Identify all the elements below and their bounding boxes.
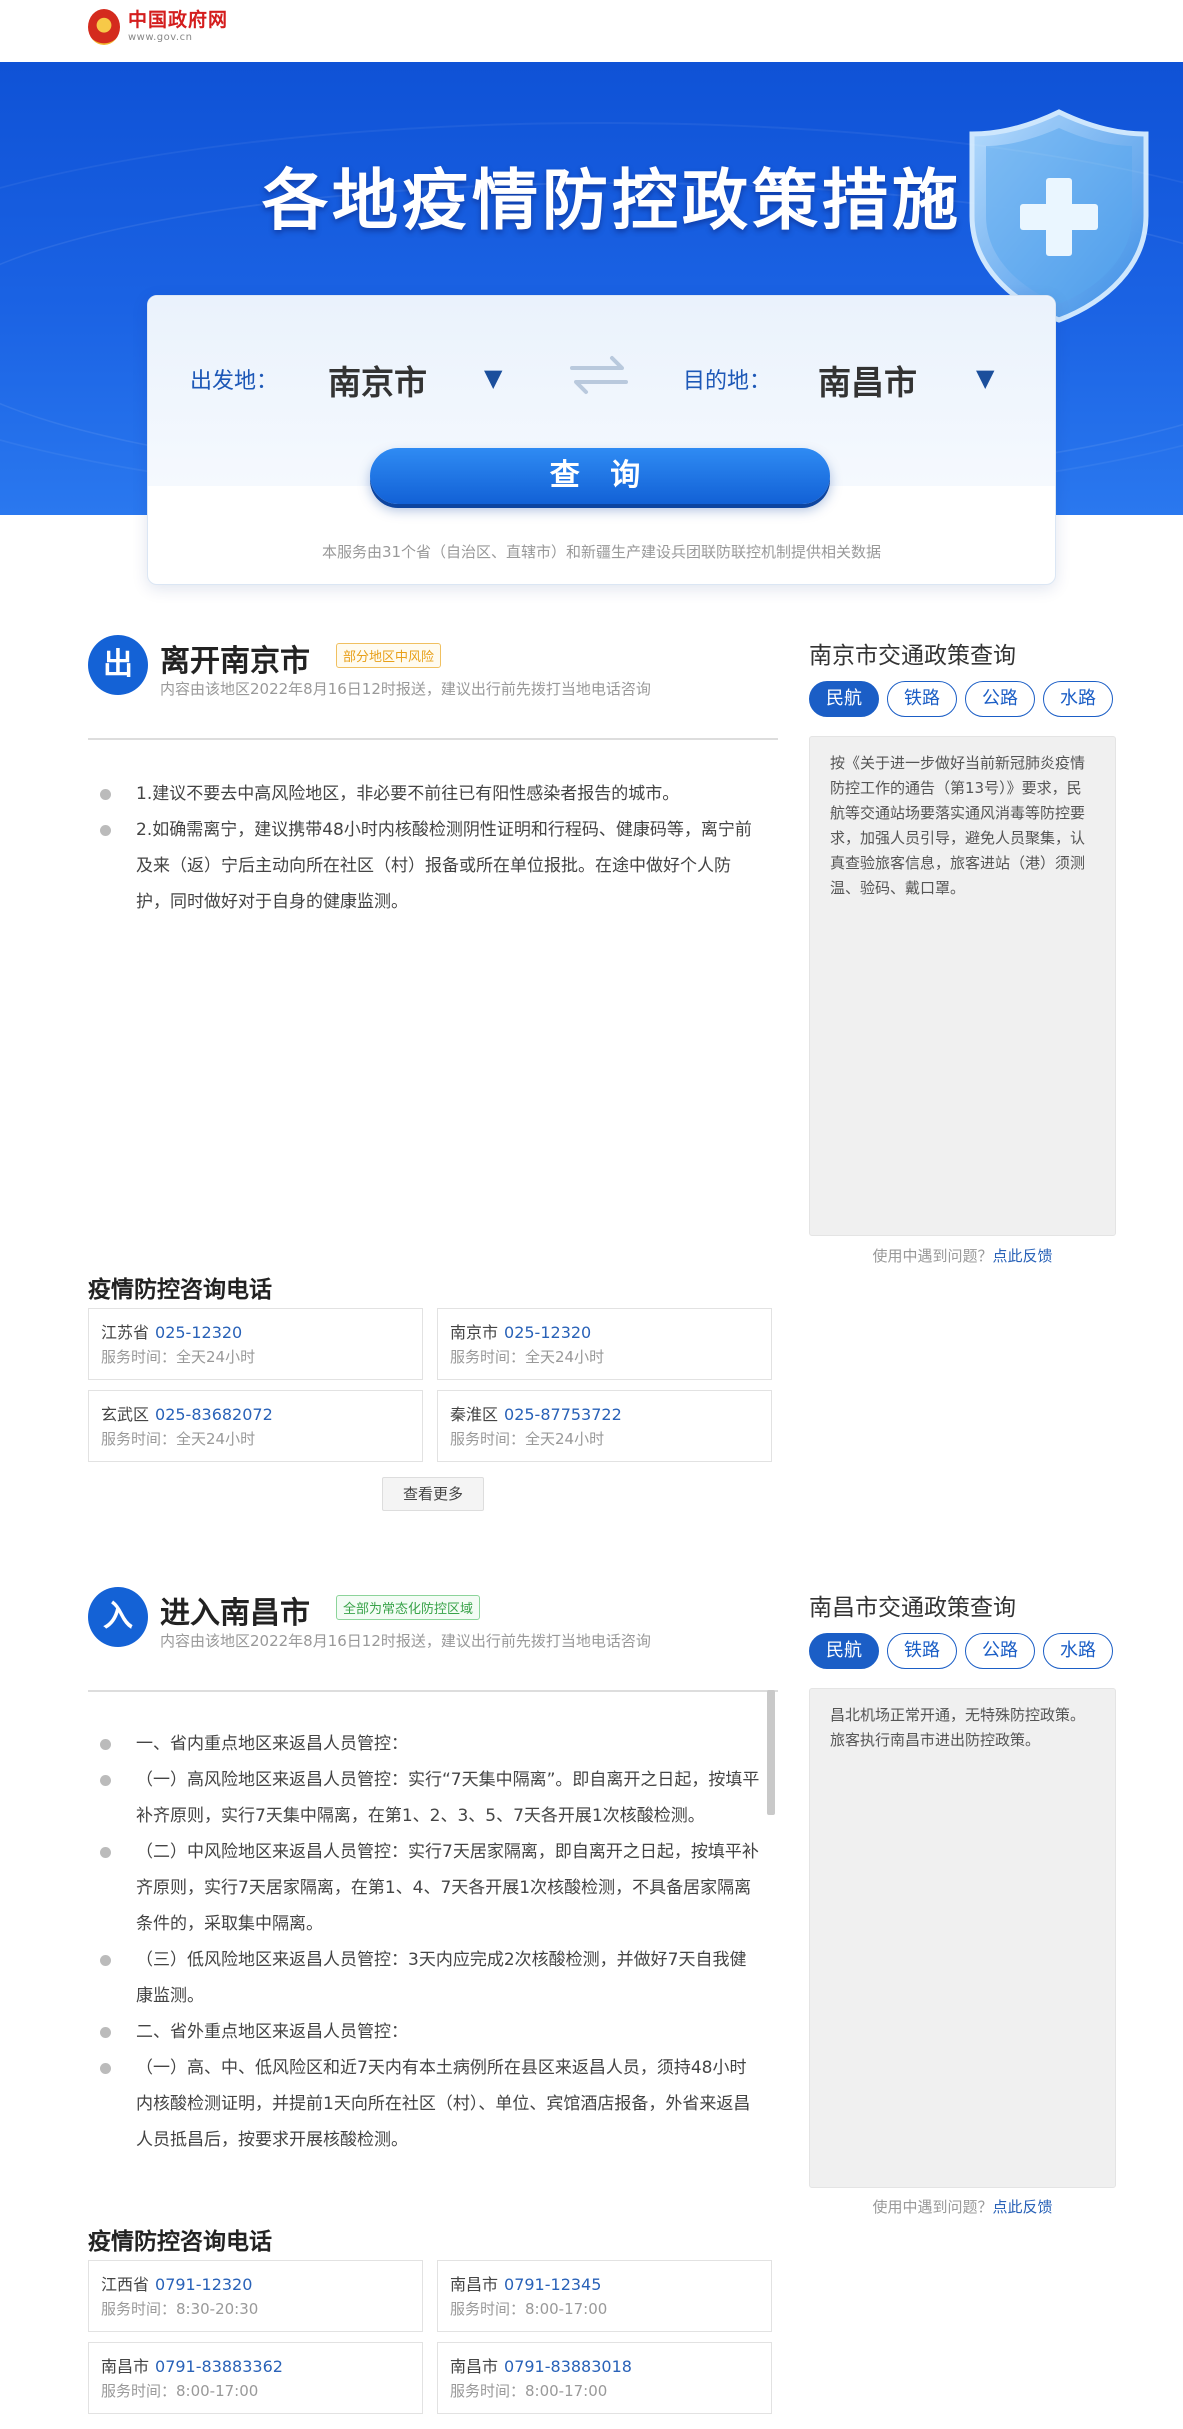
policy-scrollbar[interactable] — [767, 1690, 775, 1815]
tab-aviation[interactable]: 民航 — [809, 681, 879, 717]
phone-region: 江西省 — [101, 2275, 150, 2294]
enter-badge: 入 — [88, 1587, 148, 1647]
phone-hours: 服务时间：全天24小时 — [450, 1348, 605, 1366]
leave-subtitle: 内容由该地区2022年8月16日12时报送，建议出行前先拨打当地电话咨询 — [160, 680, 651, 698]
enter-risk-tag: 全部为常态化防控区域 — [336, 1595, 481, 1620]
phone-number[interactable]: 025-83682072 — [155, 1405, 273, 1424]
tab-railway[interactable]: 铁路 — [887, 681, 957, 717]
leave-feedback: 使用中遇到问题？点此反馈 — [872, 1247, 1053, 1265]
leave-title: 离开南京市 — [160, 644, 310, 679]
list-item: （一）高风险地区来返昌人员管控：实行“7天集中隔离”。即自离开之日起，按填平补齐… — [100, 1762, 760, 1834]
shield-icon — [969, 109, 1149, 323]
enter-title: 进入南昌市 — [160, 1596, 310, 1631]
phone-region: 江苏省 — [101, 1323, 150, 1342]
to-label: 目的地： — [683, 369, 772, 394]
top-bar: 中国政府网 www.gov.cn — [0, 0, 1183, 62]
phone-hours: 服务时间：8:30-20:30 — [101, 2300, 259, 2318]
view-more-button[interactable]: 查看更多 — [382, 1477, 484, 1511]
list-item: （一）高、中、低风险区和近7天内有本土病例所在县区来返昌人员，须持48小时内核酸… — [100, 2050, 760, 2158]
phone-card: 秦淮区 025-87753722 服务时间：全天24小时 — [437, 1390, 772, 1462]
enter-policy-list: 一、省内重点地区来返昌人员管控： （一）高风险地区来返昌人员管控：实行“7天集中… — [100, 1726, 760, 2158]
hero-title: 各地疫情防控政策措施 — [262, 162, 962, 239]
tab-railway[interactable]: 铁路 — [887, 1633, 957, 1669]
phone-region: 玄武区 — [101, 1405, 150, 1424]
phone-region: 南京市 — [450, 1323, 499, 1342]
phone-number[interactable]: 025-12320 — [155, 1323, 242, 1342]
phone-number[interactable]: 0791-83883018 — [504, 2357, 632, 2376]
leave-transport-title: 南京市交通政策查询 — [809, 643, 1016, 669]
list-item: （二）中风险地区来返昌人员管控：实行7天居家隔离，即自离开之日起，按填平补齐原则… — [100, 1834, 760, 1942]
national-emblem-icon — [88, 9, 120, 45]
enter-feedback: 使用中遇到问题？点此反馈 — [872, 2198, 1053, 2216]
tab-highway[interactable]: 公路 — [965, 1633, 1035, 1669]
phone-number[interactable]: 0791-83883362 — [155, 2357, 283, 2376]
enter-transport-policy: 昌北机场正常开通，无特殊防控政策。旅客执行南昌市进出防控政策。 — [809, 1688, 1116, 2188]
list-item: （三）低风险地区来返昌人员管控：3天内应完成2次核酸检测，并做好7天自我健康监测… — [100, 1942, 760, 2014]
phone-region: 南昌市 — [101, 2357, 150, 2376]
phone-card: 南京市 025-12320 服务时间：全天24小时 — [437, 1308, 772, 1380]
enter-phone-title: 疫情防控咨询电话 — [88, 2229, 272, 2255]
phone-number[interactable]: 0791-12345 — [504, 2275, 601, 2294]
from-city-select[interactable]: 南京市 — [328, 356, 427, 404]
tab-waterway[interactable]: 水路 — [1043, 681, 1113, 717]
enter-divider — [88, 1690, 778, 1692]
phone-hours: 服务时间：8:00-17:00 — [450, 2382, 608, 2400]
phone-region: 南昌市 — [450, 2275, 499, 2294]
to-city-select[interactable]: 南昌市 — [818, 356, 917, 404]
from-label: 出发地： — [190, 369, 279, 394]
phone-hours: 服务时间：全天24小时 — [450, 1430, 605, 1448]
leave-risk-tag: 部分地区中风险 — [336, 643, 442, 668]
phone-number[interactable]: 0791-12320 — [155, 2275, 252, 2294]
from-dropdown-icon[interactable]: ▼ — [484, 364, 502, 392]
leave-policy-list: 1.建议不要去中高风险地区，非必要不前往已有阳性感染者报告的城市。 2.如确需离… — [100, 776, 760, 920]
logo-title: 中国政府网 — [128, 9, 229, 31]
enter-transport-title: 南昌市交通政策查询 — [809, 1595, 1016, 1621]
list-item: 1.建议不要去中高风险地区，非必要不前往已有阳性感染者报告的城市。 — [100, 776, 760, 812]
phone-hours: 服务时间：全天24小时 — [101, 1348, 256, 1366]
phone-card: 南昌市 0791-83883018 服务时间：8:00-17:00 — [437, 2342, 772, 2414]
tab-highway[interactable]: 公路 — [965, 681, 1035, 717]
list-item: 一、省内重点地区来返昌人员管控： — [100, 1726, 760, 1762]
feedback-link[interactable]: 点此反馈 — [993, 1247, 1053, 1265]
feedback-link[interactable]: 点此反馈 — [993, 2198, 1053, 2216]
leave-phone-title: 疫情防控咨询电话 — [88, 1277, 272, 1303]
route-search-card: 出发地： 南京市 ▼ 目的地： 南昌市 ▼ 查 询 本服务由31个省（自治区、直… — [147, 295, 1056, 585]
to-dropdown-icon[interactable]: ▼ — [976, 364, 994, 392]
phone-hours: 服务时间：8:00-17:00 — [101, 2382, 259, 2400]
phone-hours: 服务时间：8:00-17:00 — [450, 2300, 608, 2318]
site-logo[interactable]: 中国政府网 www.gov.cn — [88, 9, 228, 45]
leave-transport-policy: 按《关于进一步做好当前新冠肺炎疫情防控工作的通告（第13号）》要求，民航等交通站… — [809, 736, 1116, 1236]
list-item: 二、省外重点地区来返昌人员管控： — [100, 2014, 760, 2050]
leave-divider — [88, 738, 778, 740]
phone-hours: 服务时间：全天24小时 — [101, 1430, 256, 1448]
phone-card: 江西省 0791-12320 服务时间：8:30-20:30 — [88, 2260, 423, 2332]
tab-aviation[interactable]: 民航 — [809, 1633, 879, 1669]
enter-subtitle: 内容由该地区2022年8月16日12时报送，建议出行前先拨打当地电话咨询 — [160, 1632, 651, 1650]
list-item: 2.如确需离宁，建议携带48小时内核酸检测阴性证明和行程码、健康码等，离宁前及来… — [100, 812, 760, 920]
phone-card: 南昌市 0791-12345 服务时间：8:00-17:00 — [437, 2260, 772, 2332]
phone-region: 南昌市 — [450, 2357, 499, 2376]
leave-badge: 出 — [88, 635, 148, 695]
tab-waterway[interactable]: 水路 — [1043, 1633, 1113, 1669]
logo-subtitle: www.gov.cn — [128, 32, 193, 43]
phone-number[interactable]: 025-12320 — [504, 1323, 591, 1342]
phone-region: 秦淮区 — [450, 1405, 499, 1424]
data-source-note: 本服务由31个省（自治区、直辖市）和新疆生产建设兵团联防联控机制提供相关数据 — [321, 543, 882, 561]
phone-number[interactable]: 025-87753722 — [504, 1405, 622, 1424]
query-button[interactable]: 查 询 — [370, 448, 830, 504]
phone-card: 南昌市 0791-83883362 服务时间：8:00-17:00 — [88, 2342, 423, 2414]
phone-card: 江苏省 025-12320 服务时间：全天24小时 — [88, 1308, 423, 1380]
swap-arrows-icon[interactable] — [568, 354, 630, 396]
phone-card: 玄武区 025-83682072 服务时间：全天24小时 — [88, 1390, 423, 1462]
